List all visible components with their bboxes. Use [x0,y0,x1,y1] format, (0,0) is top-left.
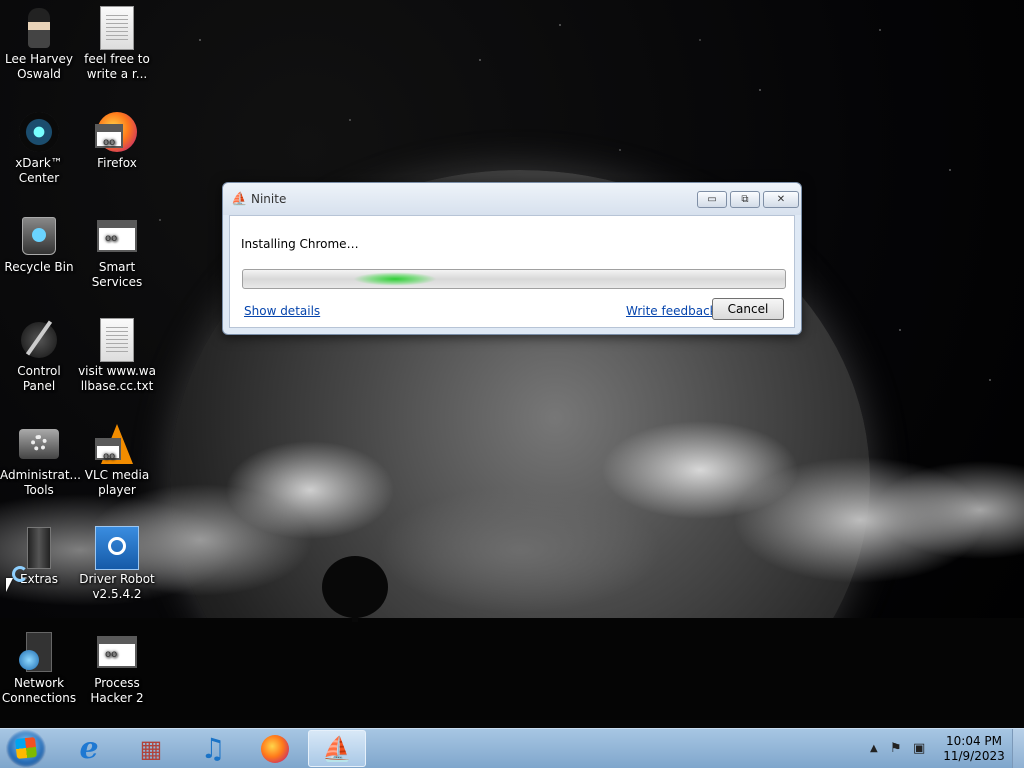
desktop-icon-label: feel free to write a r... [84,52,150,81]
install-progress-bar [242,269,786,289]
dialog-title-bar[interactable]: ⛵ Ninite ▭ ⧉ ✕ [223,183,801,215]
dialog-body: Installing Chrome… Show details Write fe… [229,215,795,328]
desktop-icon-label: Driver Robot v2.5.4.2 [79,572,155,601]
show-details-link[interactable]: Show details [244,304,320,318]
desktop-icon-label: Network Connections [1,676,77,705]
close-button[interactable]: ✕ [763,191,799,208]
minimize-button[interactable]: ▭ [697,191,727,208]
desktop-icon-label: VLC media player [84,468,150,497]
desktop-icon-label: visit www.wallbase.cc.txt [78,364,156,393]
folder-icon [17,526,61,570]
recycle-bin-icon [17,214,61,258]
control-panel-icon [17,318,61,362]
desktop-icon-label: Process Hacker 2 [90,676,144,705]
dialog-title: Ninite [251,192,287,206]
text-document-icon [95,6,139,50]
clock-date: 11/9/2023 [943,749,1005,763]
taskbar-itunes[interactable]: ♫ [184,730,242,767]
desktop-icon-lee-harvey-oswald[interactable]: Lee Harvey Oswald [0,0,78,82]
desktop-icon-label: xDark™ Center [15,156,63,185]
taskbar-ninite[interactable]: ⛵ [308,730,366,767]
busy-spinner-icon [12,566,28,582]
ninite-dialog: ⛵ Ninite ▭ ⧉ ✕ Installing Chrome… Show d… [222,182,802,335]
ninite-app-icon: ⛵ [231,192,248,207]
desktop-icon-firefox[interactable]: Firefox [78,104,156,171]
start-button[interactable] [6,730,46,768]
wallpaper-tree-trunk [352,600,358,622]
maximize-button[interactable]: ⧉ [730,191,760,208]
desktop-icon-visit-wallbase[interactable]: visit www.wallbase.cc.txt [78,312,156,394]
show-hidden-icons-icon[interactable]: ▲ [870,743,878,754]
desktop-icon-process-hacker[interactable]: Process Hacker 2 [78,624,156,706]
desktop-icon-label: Control Panel [17,364,61,393]
desktop-icon-administrative-tools[interactable]: Administrat... Tools [0,416,81,498]
text-document-icon [95,318,139,362]
taskbar: e ▦ ♫ ⛵ ▲ ⚑ ▣ 10:04 PM 11/9/2023 [0,728,1024,768]
ninite-icon: ⛵ [322,734,352,763]
desktop-icon-label: Smart Services [91,260,143,289]
internet-explorer-icon: e [79,731,99,766]
process-hacker-icon [95,630,139,674]
desktop-icon-label: Recycle Bin [4,260,74,274]
desktop-icon-xdark-center[interactable]: xDark™ Center [0,104,78,186]
taskbar-internet-explorer[interactable]: e [60,730,118,767]
itunes-icon: ♫ [200,732,226,765]
action-center-flag-icon[interactable]: ⚑ [890,741,902,756]
driver-robot-icon [95,526,139,570]
progress-indicator [339,270,450,288]
desktop-icon-network-connections[interactable]: Network Connections [0,624,78,706]
desktop-icon-control-panel[interactable]: Control Panel [0,312,78,394]
network-status-icon[interactable]: ▣ [913,741,925,756]
desktop-icon-label: Lee Harvey Oswald [5,52,73,81]
taskbar-media-center[interactable]: ▦ [122,730,180,767]
mouse-pointer-icon [6,578,13,592]
taskbar-firefox[interactable] [246,730,304,767]
windows-logo-icon [15,737,37,759]
firefox-icon [261,734,289,763]
firefox-icon [95,110,139,154]
media-center-icon: ▦ [139,734,163,763]
desktop-icon-feel-free[interactable]: feel free to write a r... [78,0,156,82]
network-globe-icon [17,630,61,674]
install-status-text: Installing Chrome… [241,237,359,251]
vlc-cone-icon [95,422,139,466]
desktop-icon-vlc[interactable]: VLC media player [78,416,156,498]
services-gear-icon [95,214,139,258]
clock-time: 10:04 PM [946,734,1002,748]
desktop-icon-recycle-bin[interactable]: Recycle Bin [0,208,78,275]
system-clock[interactable]: 10:04 PM 11/9/2023 [934,734,1014,764]
show-desktop-button[interactable] [1012,729,1024,768]
xdark-orb-icon [17,110,61,154]
desktop-icon-driver-robot[interactable]: Driver Robot v2.5.4.2 [78,520,156,602]
desktop-icon-label: Administrat... Tools [0,468,81,497]
desktop-icon-smart-services[interactable]: Smart Services [78,208,156,290]
write-feedback-link[interactable]: Write feedback [626,304,717,318]
admin-tools-icon [17,422,61,466]
cancel-button[interactable]: Cancel [712,298,784,320]
person-figure-icon [17,6,61,50]
desktop-icon-label: Firefox [97,156,137,170]
